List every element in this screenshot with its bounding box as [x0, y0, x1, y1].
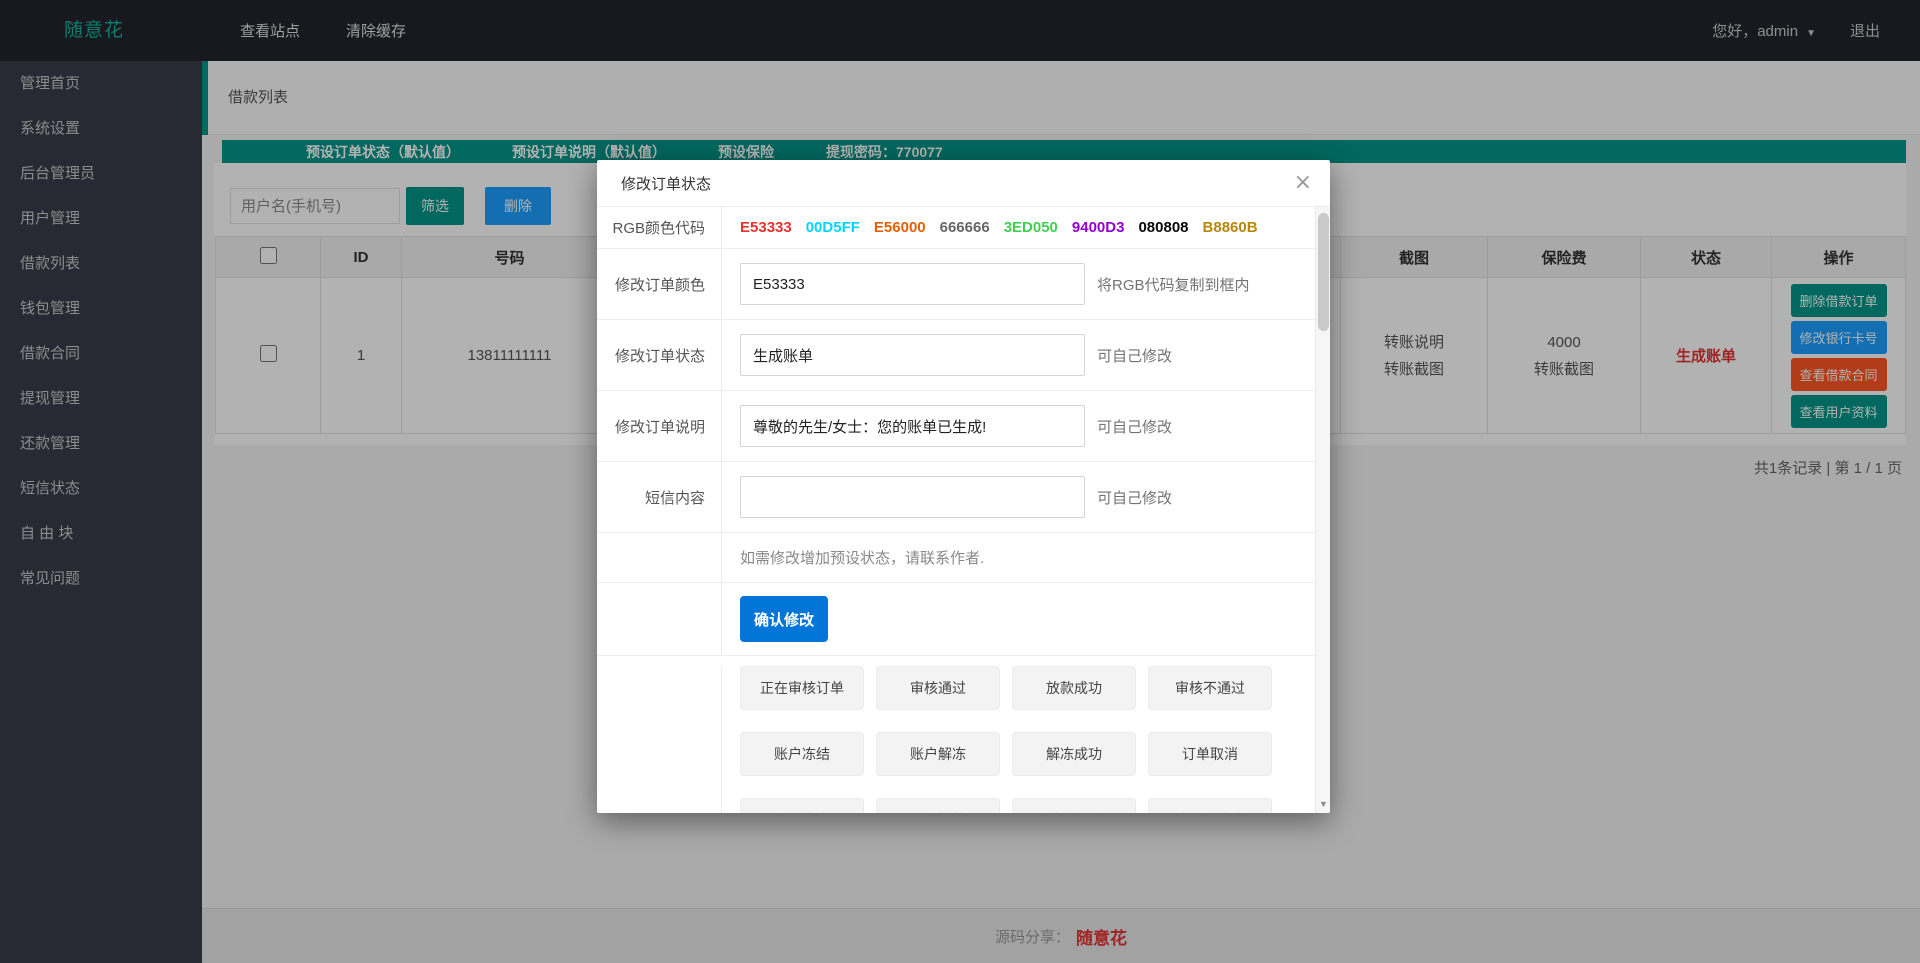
sms-content-hint: 可自己修改: [1097, 487, 1172, 508]
rgb-code: 080808: [1138, 219, 1188, 236]
modal-scrollbar[interactable]: ▼: [1315, 207, 1330, 813]
preset-status-button[interactable]: 正在审核订单: [740, 666, 864, 710]
modal-note: 如需修改增加预设状态，请联系作者.: [740, 547, 984, 568]
edit-order-status-modal: 修改订单状态 × RGB颜色代码 E53333 00D5FF E56000 66…: [597, 160, 1330, 813]
preset-status-button[interactable]: 账户解冻: [876, 732, 1000, 776]
rgb-code: 666666: [940, 219, 990, 236]
scrollbar-down-arrow[interactable]: ▼: [1316, 797, 1330, 811]
preset-status-button[interactable]: 信用流水: [740, 798, 864, 813]
order-color-hint: 将RGB代码复制到框内: [1097, 274, 1250, 295]
order-color-input[interactable]: [740, 263, 1085, 305]
rgb-code: E56000: [874, 219, 926, 236]
preset-status-button[interactable]: 放款成功: [1012, 666, 1136, 710]
confirm-button[interactable]: 确认修改: [740, 596, 828, 642]
order-status-hint: 可自己修改: [1097, 345, 1172, 366]
preset-status-button[interactable]: 审核通过: [876, 666, 1000, 710]
rgb-code-list: E53333 00D5FF E56000 666666 3ED050 9400D…: [740, 219, 1258, 236]
rgb-codes-label: RGB颜色代码: [597, 207, 722, 248]
modal-body: RGB颜色代码 E53333 00D5FF E56000 666666 3ED0…: [597, 207, 1330, 813]
preset-status-button[interactable]: 正在打款: [876, 798, 1000, 813]
rgb-codes-row: RGB颜色代码 E53333 00D5FF E56000 666666 3ED0…: [597, 207, 1330, 249]
preset-status-row: 正在审核订单 审核通过 放款成功 审核不通过 账户冻结 账户解冻 解冻成功 订单…: [597, 656, 1330, 813]
sms-content-row: 短信内容 可自己修改: [597, 462, 1330, 533]
preset-status-button[interactable]: 账户冻结: [740, 732, 864, 776]
order-desc-input[interactable]: [740, 405, 1085, 447]
page: 随意花 查看站点 清除缓存 您好，admin▼ 退出 管理首页 系统设置 后台管…: [0, 0, 1920, 963]
preset-status-button[interactable]: 审核不通过: [1148, 666, 1272, 710]
rgb-code: B8860B: [1203, 219, 1258, 236]
rgb-code: 9400D3: [1072, 219, 1125, 236]
modal-note-row: 如需修改增加预设状态，请联系作者.: [597, 533, 1330, 583]
sms-content-input[interactable]: [740, 476, 1085, 518]
preset-status-grid: 正在审核订单 审核通过 放款成功 审核不通过 账户冻结 账户解冻 解冻成功 订单…: [740, 666, 1272, 813]
preset-status-button[interactable]: 收取保险费: [1148, 798, 1272, 813]
order-desc-row: 修改订单说明 可自己修改: [597, 391, 1330, 462]
order-desc-hint: 可自己修改: [1097, 416, 1172, 437]
rgb-code: E53333: [740, 219, 792, 236]
confirm-row: 确认修改: [597, 583, 1330, 656]
rgb-code: 3ED050: [1004, 219, 1058, 236]
order-color-row: 修改订单颜色 将RGB代码复制到框内: [597, 249, 1330, 320]
order-status-row: 修改订单状态 可自己修改: [597, 320, 1330, 391]
preset-status-button[interactable]: 订单取消: [1148, 732, 1272, 776]
modal-titlebar: 修改订单状态 ×: [597, 160, 1330, 207]
rgb-code: 00D5FF: [806, 219, 860, 236]
preset-status-button[interactable]: 银行卡异常: [1012, 798, 1136, 813]
scrollbar-thumb[interactable]: [1318, 213, 1329, 331]
preset-status-button[interactable]: 解冻成功: [1012, 732, 1136, 776]
close-icon[interactable]: ×: [1294, 172, 1312, 194]
order-status-input[interactable]: [740, 334, 1085, 376]
modal-title: 修改订单状态: [621, 173, 1294, 194]
